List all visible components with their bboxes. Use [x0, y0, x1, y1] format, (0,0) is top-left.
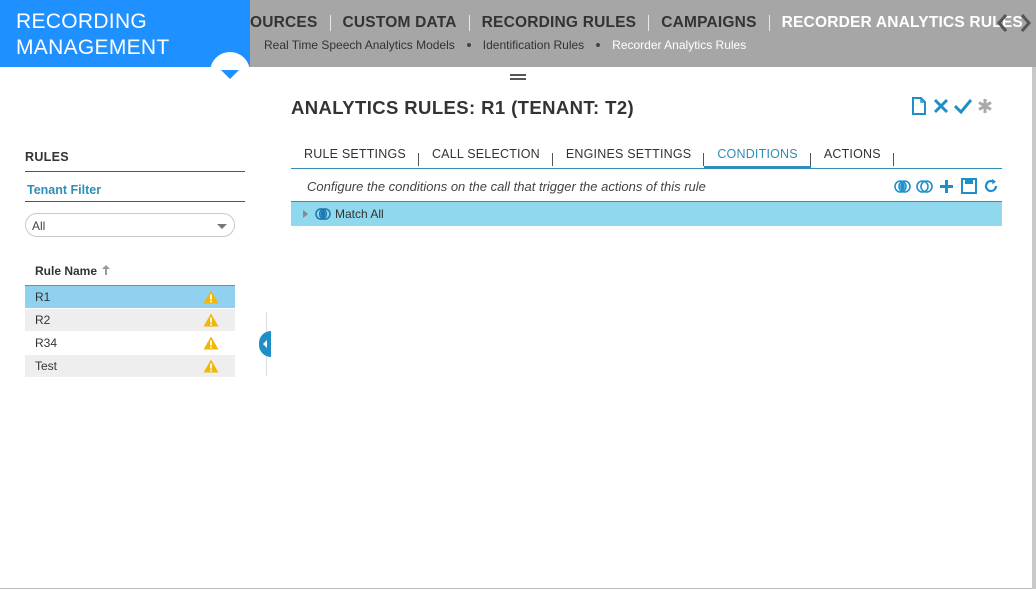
- page-title: ANALYTICS RULES: R1 (TENANT: T2): [291, 97, 635, 118]
- asterisk-icon[interactable]: [976, 96, 994, 116]
- checkmark-icon[interactable]: [954, 96, 972, 116]
- expand-arrow-icon[interactable]: [303, 210, 308, 218]
- rules-list: R1 R2 R34 Test: [25, 285, 235, 377]
- new-document-icon[interactable]: [910, 96, 928, 116]
- vertical-scrollbar[interactable]: [1032, 67, 1036, 589]
- conditions-description: Configure the conditions on the call tha…: [307, 178, 706, 194]
- column-header-label: Rule Name: [35, 264, 98, 278]
- add-icon[interactable]: [937, 177, 956, 196]
- match-all-icon: [315, 208, 331, 220]
- tab-engines-settings[interactable]: ENGINES SETTINGS: [553, 146, 705, 168]
- top-header: RECORDING MANAGEMENT OURCES CUSTOM DATA …: [0, 0, 1036, 92]
- rule-name: Test: [35, 359, 58, 373]
- refresh-icon[interactable]: [981, 177, 1000, 196]
- chevron-down-icon: [221, 70, 239, 79]
- tree-node-label: Match All: [335, 207, 384, 221]
- panel-drag-handle[interactable]: [510, 74, 526, 80]
- rule-name-column-header[interactable]: Rule Name: [25, 263, 245, 279]
- nav-separator: [468, 15, 470, 31]
- title-actions: [910, 96, 994, 116]
- list-item[interactable]: R2: [25, 308, 235, 331]
- rule-name: R34: [35, 336, 58, 350]
- condition-tree-root[interactable]: Match All: [291, 201, 1002, 226]
- save-icon[interactable]: [959, 177, 978, 196]
- tenant-filter-label: Tenant Filter: [25, 183, 245, 202]
- nav-item-custom-data[interactable]: CUSTOM DATA: [343, 14, 457, 32]
- tab-actions[interactable]: ACTIONS: [811, 146, 894, 168]
- sort-ascending-icon: [101, 264, 111, 279]
- nav-item-recording-rules[interactable]: RECORDING RULES: [482, 14, 637, 32]
- list-item[interactable]: Test: [25, 354, 235, 377]
- warning-icon: [203, 336, 219, 350]
- tab-rule-settings[interactable]: RULE SETTINGS: [291, 146, 419, 168]
- breadcrumb-separator: [596, 43, 601, 47]
- breadcrumb-item[interactable]: Identification Rules: [483, 38, 584, 52]
- nav-item-recorder-analytics-rules[interactable]: RECORDER ANALYTICS RULES: [782, 14, 1023, 32]
- rules-sidebar: RULES Tenant Filter All Rule Name R1 R2 …: [25, 150, 245, 377]
- nav-separator: [329, 15, 331, 31]
- nav-item-sources[interactable]: OURCES: [250, 14, 318, 32]
- conditions-tools: [893, 177, 1002, 196]
- breadcrumb: Real Time Speech Analytics Models Identi…: [264, 38, 746, 52]
- tenant-filter-value: All: [32, 219, 46, 233]
- warning-icon: [203, 313, 219, 327]
- tenant-filter-select[interactable]: All: [25, 213, 235, 237]
- app-title-line1: RECORDING: [16, 10, 148, 33]
- chevron-right-icon[interactable]: [1016, 12, 1034, 34]
- warning-icon: [203, 290, 219, 304]
- breadcrumb-separator: [466, 43, 471, 47]
- sidebar-title: RULES: [25, 150, 245, 172]
- nav-separator: [648, 15, 650, 31]
- nav-item-campaigns[interactable]: CAMPAIGNS: [661, 14, 756, 32]
- nav-separator: [768, 15, 770, 31]
- app-title[interactable]: RECORDING MANAGEMENT: [0, 0, 250, 67]
- tab-call-selection[interactable]: CALL SELECTION: [419, 146, 553, 168]
- match-any-icon[interactable]: [915, 177, 934, 196]
- nav-scroll-arrows: [994, 12, 1034, 34]
- dropdown-arrow-icon: [217, 224, 227, 229]
- warning-icon: [203, 359, 219, 373]
- rule-name: R1: [35, 290, 51, 304]
- rule-name: R2: [35, 313, 51, 327]
- close-icon[interactable]: [932, 96, 950, 116]
- breadcrumb-item[interactable]: Real Time Speech Analytics Models: [264, 38, 455, 52]
- rule-tabs: RULE SETTINGS CALL SELECTION ENGINES SET…: [291, 146, 1002, 169]
- chevron-left-icon[interactable]: [994, 12, 1012, 34]
- list-item[interactable]: R34: [25, 331, 235, 354]
- tab-conditions[interactable]: CONDITIONS: [704, 146, 812, 168]
- collapse-sidebar-button[interactable]: [259, 331, 271, 357]
- breadcrumb-item-current[interactable]: Recorder Analytics Rules: [612, 38, 746, 52]
- app-menu-toggle[interactable]: [210, 52, 250, 92]
- conditions-toolbar: Configure the conditions on the call tha…: [291, 172, 1002, 200]
- list-item[interactable]: R1: [25, 285, 235, 308]
- top-navigation: OURCES CUSTOM DATA RECORDING RULES CAMPA…: [250, 12, 1023, 34]
- match-all-icon[interactable]: [893, 177, 912, 196]
